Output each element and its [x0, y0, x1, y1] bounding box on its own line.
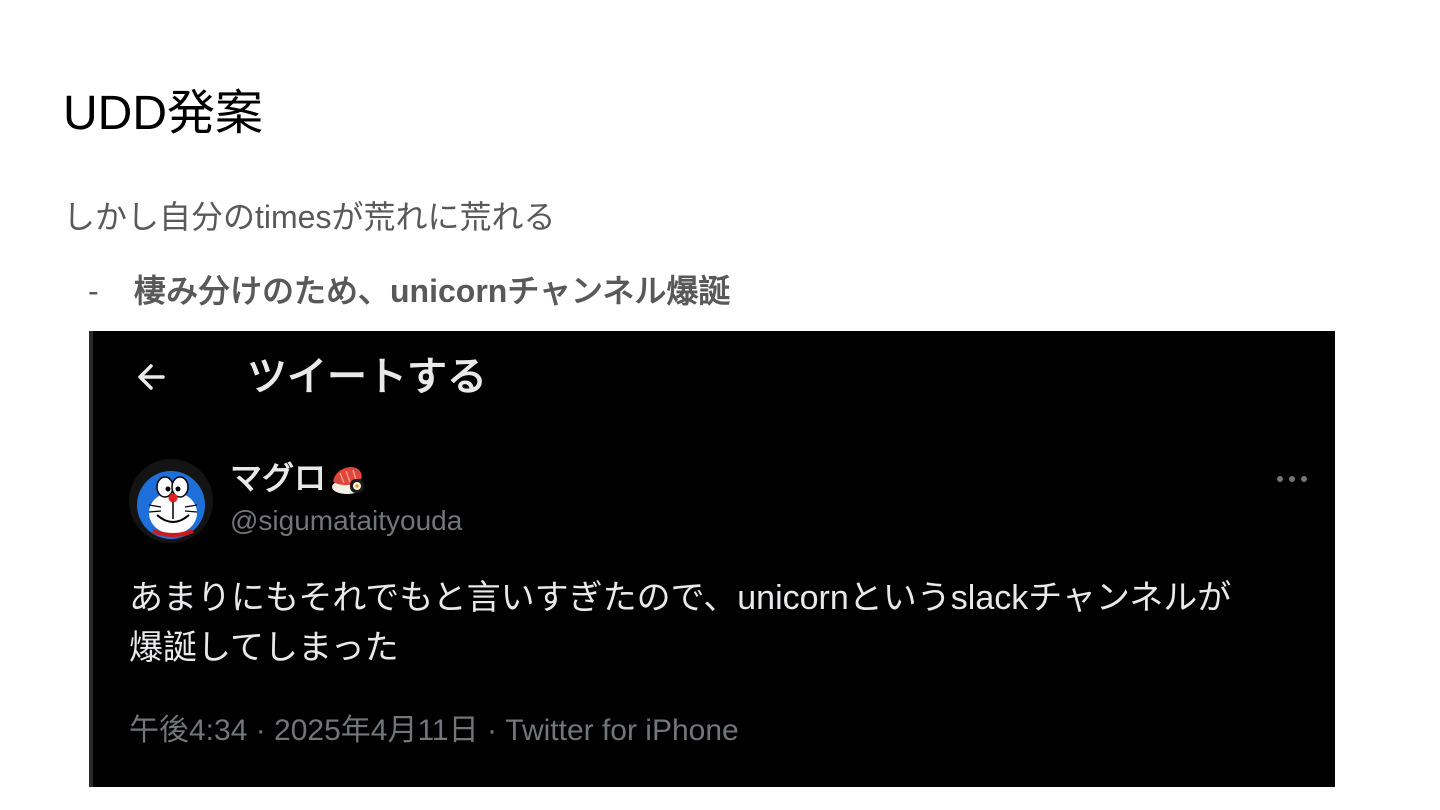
author-name-text: マグロ	[230, 460, 327, 496]
tweet-author-handle[interactable]: @sigumataityouda	[230, 503, 462, 539]
tweet-body-line: あまりにもそれでもと言いすぎたので、unicornというslackチャンネルが	[129, 579, 1232, 617]
slide-body-text: しかし自分のtimesが荒れに荒れる	[63, 199, 556, 235]
tweet-header-title: ツイートする	[247, 355, 487, 399]
slide-title: UDD発案	[63, 87, 263, 140]
bullet-text: 棲み分けのため、unicornチャンネル爆誕	[134, 273, 731, 309]
arrow-left-icon[interactable]	[133, 353, 173, 401]
avatar[interactable]	[129, 459, 213, 543]
tweet-body-line: 爆誕してしまった	[129, 629, 399, 667]
sushi-emoji-icon	[328, 459, 366, 497]
bullet-marker: -	[88, 273, 99, 309]
slide-bullet: - 棲み分けのため、unicornチャンネル爆誕	[88, 270, 730, 312]
tweet-meta: 午後4:34 · 2025年4月11日 · Twitter for iPhone	[129, 714, 739, 747]
more-horizontal-icon[interactable]	[1275, 469, 1309, 489]
tweet-author-name[interactable]: マグロ	[230, 457, 366, 499]
tweet-body: あまりにもそれでもと言いすぎたので、unicornというslackチャンネルが …	[129, 573, 1319, 673]
tweet-screenshot: ツイートする マグロ @sigumataityouda あまりにもそれでもと言い…	[89, 331, 1335, 787]
